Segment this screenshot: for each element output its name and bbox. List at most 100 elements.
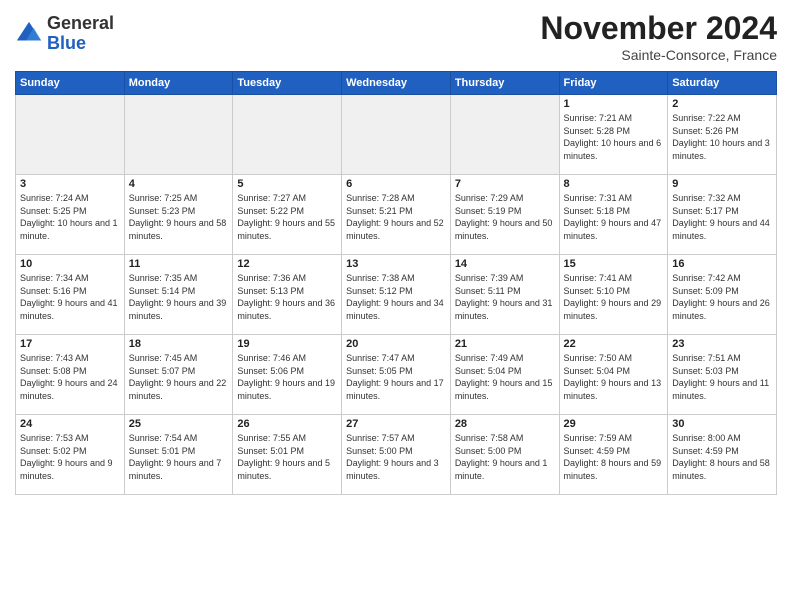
title-area: November 2024 Sainte-Consorce, France	[540, 10, 777, 63]
calendar-cell: 28 Sunrise: 7:58 AM Sunset: 5:00 PM Dayli…	[450, 415, 559, 495]
calendar-week-1: 1 Sunrise: 7:21 AM Sunset: 5:28 PM Daylig…	[16, 95, 777, 175]
calendar-cell: 16 Sunrise: 7:42 AM Sunset: 5:09 PM Dayli…	[668, 255, 777, 335]
day-info: Sunrise: 7:49 AM Sunset: 5:04 PM Dayligh…	[455, 352, 555, 402]
day-number: 13	[346, 258, 446, 270]
day-info: Sunrise: 7:46 AM Sunset: 5:06 PM Dayligh…	[237, 352, 337, 402]
calendar-cell: 23 Sunrise: 7:51 AM Sunset: 5:03 PM Dayli…	[668, 335, 777, 415]
calendar-table: Sunday Monday Tuesday Wednesday Thursday…	[15, 71, 777, 495]
logo-blue-text: Blue	[47, 33, 86, 53]
day-number: 3	[20, 178, 120, 190]
day-number: 10	[20, 258, 120, 270]
calendar-cell: 20Sunrise: 7:47 AM Sunset: 5:05 PM Dayli…	[342, 335, 451, 415]
day-number: 9	[672, 178, 772, 190]
day-info: Sunrise: 7:32 AM Sunset: 5:17 PM Dayligh…	[672, 192, 772, 242]
day-info: Sunrise: 7:36 AM Sunset: 5:13 PM Dayligh…	[237, 272, 337, 322]
day-info: Sunrise: 7:57 AM Sunset: 5:00 PM Dayligh…	[346, 432, 446, 482]
day-number: 28	[455, 418, 555, 430]
calendar-cell: 30 Sunrise: 8:00 AM Sunset: 4:59 PM Dayli…	[668, 415, 777, 495]
day-info: Sunrise: 7:39 AM Sunset: 5:11 PM Dayligh…	[455, 272, 555, 322]
calendar-cell: 13 Sunrise: 7:38 AM Sunset: 5:12 PM Dayli…	[342, 255, 451, 335]
day-number: 2	[672, 98, 772, 110]
day-number: 18	[129, 338, 229, 350]
calendar-cell: 11Sunrise: 7:35 AM Sunset: 5:14 PM Dayli…	[124, 255, 233, 335]
day-info: Sunrise: 7:54 AM Sunset: 5:01 PM Dayligh…	[129, 432, 229, 482]
calendar-cell: 25 Sunrise: 7:54 AM Sunset: 5:01 PM Dayli…	[124, 415, 233, 495]
day-number: 15	[564, 258, 664, 270]
day-info: Sunrise: 7:38 AM Sunset: 5:12 PM Dayligh…	[346, 272, 446, 322]
day-info: Sunrise: 7:34 AM Sunset: 5:16 PM Dayligh…	[20, 272, 120, 322]
col-monday: Monday	[124, 72, 233, 95]
calendar-week-5: 24Sunrise: 7:53 AM Sunset: 5:02 PM Dayli…	[16, 415, 777, 495]
logo-general-text: General	[47, 13, 114, 33]
day-number: 29	[564, 418, 664, 430]
col-thursday: Thursday	[450, 72, 559, 95]
calendar-cell: 9 Sunrise: 7:32 AM Sunset: 5:17 PM Daylig…	[668, 175, 777, 255]
calendar-cell: 4Sunrise: 7:25 AM Sunset: 5:23 PM Daylig…	[124, 175, 233, 255]
day-info: Sunrise: 7:22 AM Sunset: 5:26 PM Dayligh…	[672, 112, 772, 162]
calendar-cell: 29 Sunrise: 7:59 AM Sunset: 4:59 PM Dayli…	[559, 415, 668, 495]
day-info: Sunrise: 7:45 AM Sunset: 5:07 PM Dayligh…	[129, 352, 229, 402]
calendar-cell: 18 Sunrise: 7:45 AM Sunset: 5:07 PM Dayli…	[124, 335, 233, 415]
calendar-cell	[124, 95, 233, 175]
day-number: 17	[20, 338, 120, 350]
day-info: Sunrise: 7:21 AM Sunset: 5:28 PM Dayligh…	[564, 112, 664, 162]
calendar-cell: 22Sunrise: 7:50 AM Sunset: 5:04 PM Dayli…	[559, 335, 668, 415]
day-number: 21	[455, 338, 555, 350]
day-info: Sunrise: 7:55 AM Sunset: 5:01 PM Dayligh…	[237, 432, 337, 482]
header-row: Sunday Monday Tuesday Wednesday Thursday…	[16, 72, 777, 95]
day-number: 20	[346, 338, 446, 350]
day-number: 27	[346, 418, 446, 430]
day-number: 23	[672, 338, 772, 350]
day-number: 1	[564, 98, 664, 110]
month-title: November 2024	[540, 10, 777, 47]
day-info: Sunrise: 7:28 AM Sunset: 5:21 PM Dayligh…	[346, 192, 446, 242]
calendar-cell: 17 Sunrise: 7:43 AM Sunset: 5:08 PM Dayli…	[16, 335, 125, 415]
col-saturday: Saturday	[668, 72, 777, 95]
day-info: Sunrise: 7:43 AM Sunset: 5:08 PM Dayligh…	[20, 352, 120, 402]
day-number: 14	[455, 258, 555, 270]
calendar-cell: 27 Sunrise: 7:57 AM Sunset: 5:00 PM Dayli…	[342, 415, 451, 495]
day-number: 16	[672, 258, 772, 270]
calendar-cell: 5 Sunrise: 7:27 AM Sunset: 5:22 PM Daylig…	[233, 175, 342, 255]
day-number: 26	[237, 418, 337, 430]
calendar-cell: 19 Sunrise: 7:46 AM Sunset: 5:06 PM Dayli…	[233, 335, 342, 415]
col-friday: Friday	[559, 72, 668, 95]
day-number: 22	[564, 338, 664, 350]
location: Sainte-Consorce, France	[540, 47, 777, 63]
calendar-cell: 8 Sunrise: 7:31 AM Sunset: 5:18 PM Daylig…	[559, 175, 668, 255]
header: General Blue November 2024 Sainte-Consor…	[15, 10, 777, 63]
calendar-cell	[342, 95, 451, 175]
calendar-cell: 15Sunrise: 7:41 AM Sunset: 5:10 PM Dayli…	[559, 255, 668, 335]
calendar-page: General Blue November 2024 Sainte-Consor…	[0, 0, 792, 505]
calendar-cell: 10 Sunrise: 7:34 AM Sunset: 5:16 PM Dayli…	[16, 255, 125, 335]
day-number: 8	[564, 178, 664, 190]
calendar-cell	[16, 95, 125, 175]
calendar-cell: 2 Sunrise: 7:22 AM Sunset: 5:26 PM Daylig…	[668, 95, 777, 175]
col-tuesday: Tuesday	[233, 72, 342, 95]
calendar-cell: 21 Sunrise: 7:49 AM Sunset: 5:04 PM Dayli…	[450, 335, 559, 415]
calendar-cell: 12Sunrise: 7:36 AM Sunset: 5:13 PM Dayli…	[233, 255, 342, 335]
day-number: 24	[20, 418, 120, 430]
day-number: 30	[672, 418, 772, 430]
col-sunday: Sunday	[16, 72, 125, 95]
day-info: Sunrise: 7:31 AM Sunset: 5:18 PM Dayligh…	[564, 192, 664, 242]
day-number: 25	[129, 418, 229, 430]
calendar-week-2: 3 Sunrise: 7:24 AM Sunset: 5:25 PM Daylig…	[16, 175, 777, 255]
day-info: Sunrise: 7:27 AM Sunset: 5:22 PM Dayligh…	[237, 192, 337, 242]
day-info: Sunrise: 7:42 AM Sunset: 5:09 PM Dayligh…	[672, 272, 772, 322]
calendar-cell	[233, 95, 342, 175]
day-number: 5	[237, 178, 337, 190]
day-info: Sunrise: 8:00 AM Sunset: 4:59 PM Dayligh…	[672, 432, 772, 482]
day-number: 19	[237, 338, 337, 350]
day-info: Sunrise: 7:24 AM Sunset: 5:25 PM Dayligh…	[20, 192, 120, 242]
day-number: 6	[346, 178, 446, 190]
logo-icon	[15, 20, 43, 48]
calendar-cell: 6 Sunrise: 7:28 AM Sunset: 5:21 PM Daylig…	[342, 175, 451, 255]
day-number: 11	[129, 258, 229, 270]
calendar-cell: 24Sunrise: 7:53 AM Sunset: 5:02 PM Dayli…	[16, 415, 125, 495]
calendar-cell: 3 Sunrise: 7:24 AM Sunset: 5:25 PM Daylig…	[16, 175, 125, 255]
day-info: Sunrise: 7:58 AM Sunset: 5:00 PM Dayligh…	[455, 432, 555, 482]
day-info: Sunrise: 7:59 AM Sunset: 4:59 PM Dayligh…	[564, 432, 664, 482]
calendar-week-4: 17 Sunrise: 7:43 AM Sunset: 5:08 PM Dayli…	[16, 335, 777, 415]
day-info: Sunrise: 7:51 AM Sunset: 5:03 PM Dayligh…	[672, 352, 772, 402]
